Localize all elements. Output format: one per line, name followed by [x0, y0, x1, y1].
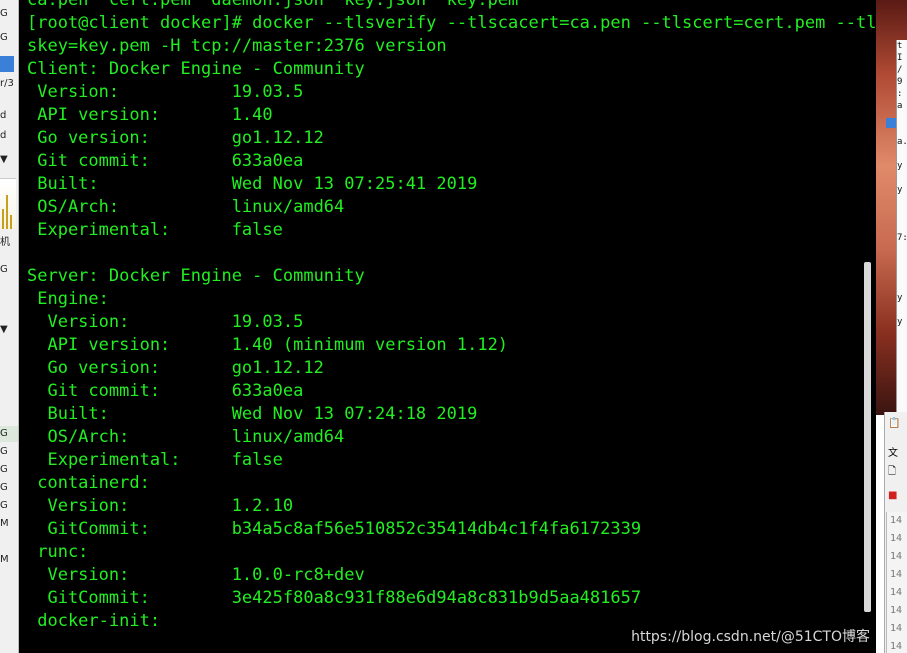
paste-icon[interactable]: 📋 — [888, 418, 900, 429]
line-number: 14 — [890, 569, 903, 580]
right-panel-text — [897, 280, 907, 292]
line-number: 14 — [890, 587, 903, 598]
right-panel-text: 7: — [897, 233, 907, 243]
left-item-2: r/3 — [0, 78, 14, 89]
terminal-line: Version: 1.2.10 — [27, 496, 294, 516]
save-icon[interactable]: ■ — [888, 490, 897, 501]
left-item-6: G — [0, 264, 8, 275]
terminal-line: Built: Wed Nov 13 07:25:41 2019 — [27, 174, 478, 194]
line-number: 14 — [890, 551, 903, 562]
right-panel-text — [897, 268, 907, 280]
right-window-label: 文 — [888, 448, 898, 459]
right-panel-text: y — [897, 317, 903, 327]
right-panel-text: y — [897, 185, 903, 195]
right-line-numbers: 14 14 14 14 14 14 14 14 — [886, 512, 907, 653]
left-item-10: G — [0, 482, 8, 493]
left-item-3: d — [0, 110, 7, 121]
right-panel-text: I — [897, 53, 903, 63]
right-panel-text — [897, 244, 907, 256]
right-panel-text — [897, 256, 907, 268]
left-dropdown-arrow-icon[interactable]: ▼ — [0, 152, 18, 168]
terminal-output: ca.pen cert.pem daemon.json key.json key… — [27, 0, 876, 633]
terminal-line: GitCommit: b34a5c8af56e510852c35414db4c1… — [27, 519, 642, 539]
terminal-line: OS/Arch: linux/amd64 — [27, 427, 345, 447]
right-panel-text: y — [897, 161, 903, 171]
terminal-line: GitCommit: 3e425f80a8c931f88e6d94a8c831b… — [27, 588, 642, 608]
line-number: 14 — [890, 533, 903, 544]
left-item-8: G — [0, 446, 8, 457]
left-selected-item — [0, 56, 14, 72]
line-number: 14 — [890, 515, 903, 526]
left-item-13: M — [0, 554, 9, 565]
right-panel-text: a — [897, 101, 903, 111]
new-file-icon[interactable]: 🗋 — [888, 464, 896, 481]
right-panel-text: / — [897, 65, 903, 75]
terminal-line: Version: 1.0.0-rc8+dev — [27, 565, 365, 585]
terminal-line: Version: 19.03.5 — [27, 82, 304, 102]
terminal-line: Go version: go1.12.12 — [27, 358, 324, 378]
left-mini-chart — [0, 178, 16, 229]
right-background-windows: t I / 9: a a. y y 7: y y 📋 文 🗋 ■ 14 14 14 14 14 14 14 14 — [876, 0, 907, 653]
right-panel-text — [897, 172, 907, 184]
right-panel-text — [897, 304, 907, 316]
terminal-line: Experimental: false — [27, 220, 283, 240]
terminal-line: ca.pen cert.pem daemon.json key.json key… — [27, 0, 519, 10]
terminal-line: Go version: go1.12.12 — [27, 128, 324, 148]
watermark: https://blog.csdn.net/@51CTO博客 — [631, 629, 870, 645]
terminal-line: Built: Wed Nov 13 07:24:18 2019 — [27, 404, 478, 424]
terminal-line: Git commit: 633a0ea — [27, 381, 304, 401]
line-number: 14 — [890, 641, 903, 652]
right-panel-text — [897, 196, 907, 208]
terminal-line: containerd: — [27, 473, 150, 493]
right-panel-text: : — [897, 89, 903, 99]
right-panel-text: y — [897, 293, 903, 303]
right-panel-text — [897, 124, 907, 136]
left-item-0: G — [0, 8, 8, 19]
terminal-line: Client: Docker Engine - Community — [27, 59, 365, 79]
left-item-5: 机 — [0, 237, 10, 248]
left-item-4: d — [0, 130, 7, 141]
right-panel-text: 9 — [897, 77, 903, 87]
right-panel-text — [897, 148, 907, 160]
left-item-7: G — [0, 426, 18, 442]
terminal-line: API version: 1.40 — [27, 105, 273, 125]
left-item-12: M — [0, 518, 9, 529]
terminal-scrollbar[interactable] — [864, 262, 871, 612]
right-panel-text — [897, 208, 907, 220]
terminal-line: API version: 1.40 (minimum version 1.12) — [27, 335, 509, 355]
right-text-panel: t I / 9: a a. y y 7: y y — [896, 40, 907, 415]
terminal-window[interactable]: ca.pen cert.pem daemon.json key.json key… — [19, 0, 876, 653]
terminal-line: Git commit: 633a0ea — [27, 151, 304, 171]
terminal-line: Engine: — [27, 289, 109, 309]
terminal-line: [root@client docker]# docker --tlsverify… — [27, 13, 876, 33]
terminal-line: OS/Arch: linux/amd64 — [27, 197, 345, 217]
terminal-line: runc: — [27, 542, 89, 562]
terminal-line: skey=key.pem -H tcp://master:2376 versio… — [27, 36, 447, 56]
left-item-9: G — [0, 464, 8, 475]
left-item-1: G — [0, 32, 8, 43]
line-number: 14 — [890, 623, 903, 634]
right-panel-text — [897, 112, 907, 124]
terminal-line: Version: 19.03.5 — [27, 312, 304, 332]
left-item-11: G — [0, 500, 8, 511]
line-number: 14 — [890, 605, 903, 616]
right-panel-text — [897, 220, 907, 232]
terminal-line: Server: Docker Engine - Community — [27, 266, 365, 286]
terminal-line: Experimental: false — [27, 450, 283, 470]
left-dropdown-arrow-icon-2[interactable]: ▼ — [0, 322, 18, 338]
right-panel-text: t — [897, 41, 903, 51]
left-background-window: G G r/3 d d ▼ 机 G ▼ G G G G G M M — [0, 0, 19, 653]
right-panel-text: a. — [897, 137, 907, 147]
